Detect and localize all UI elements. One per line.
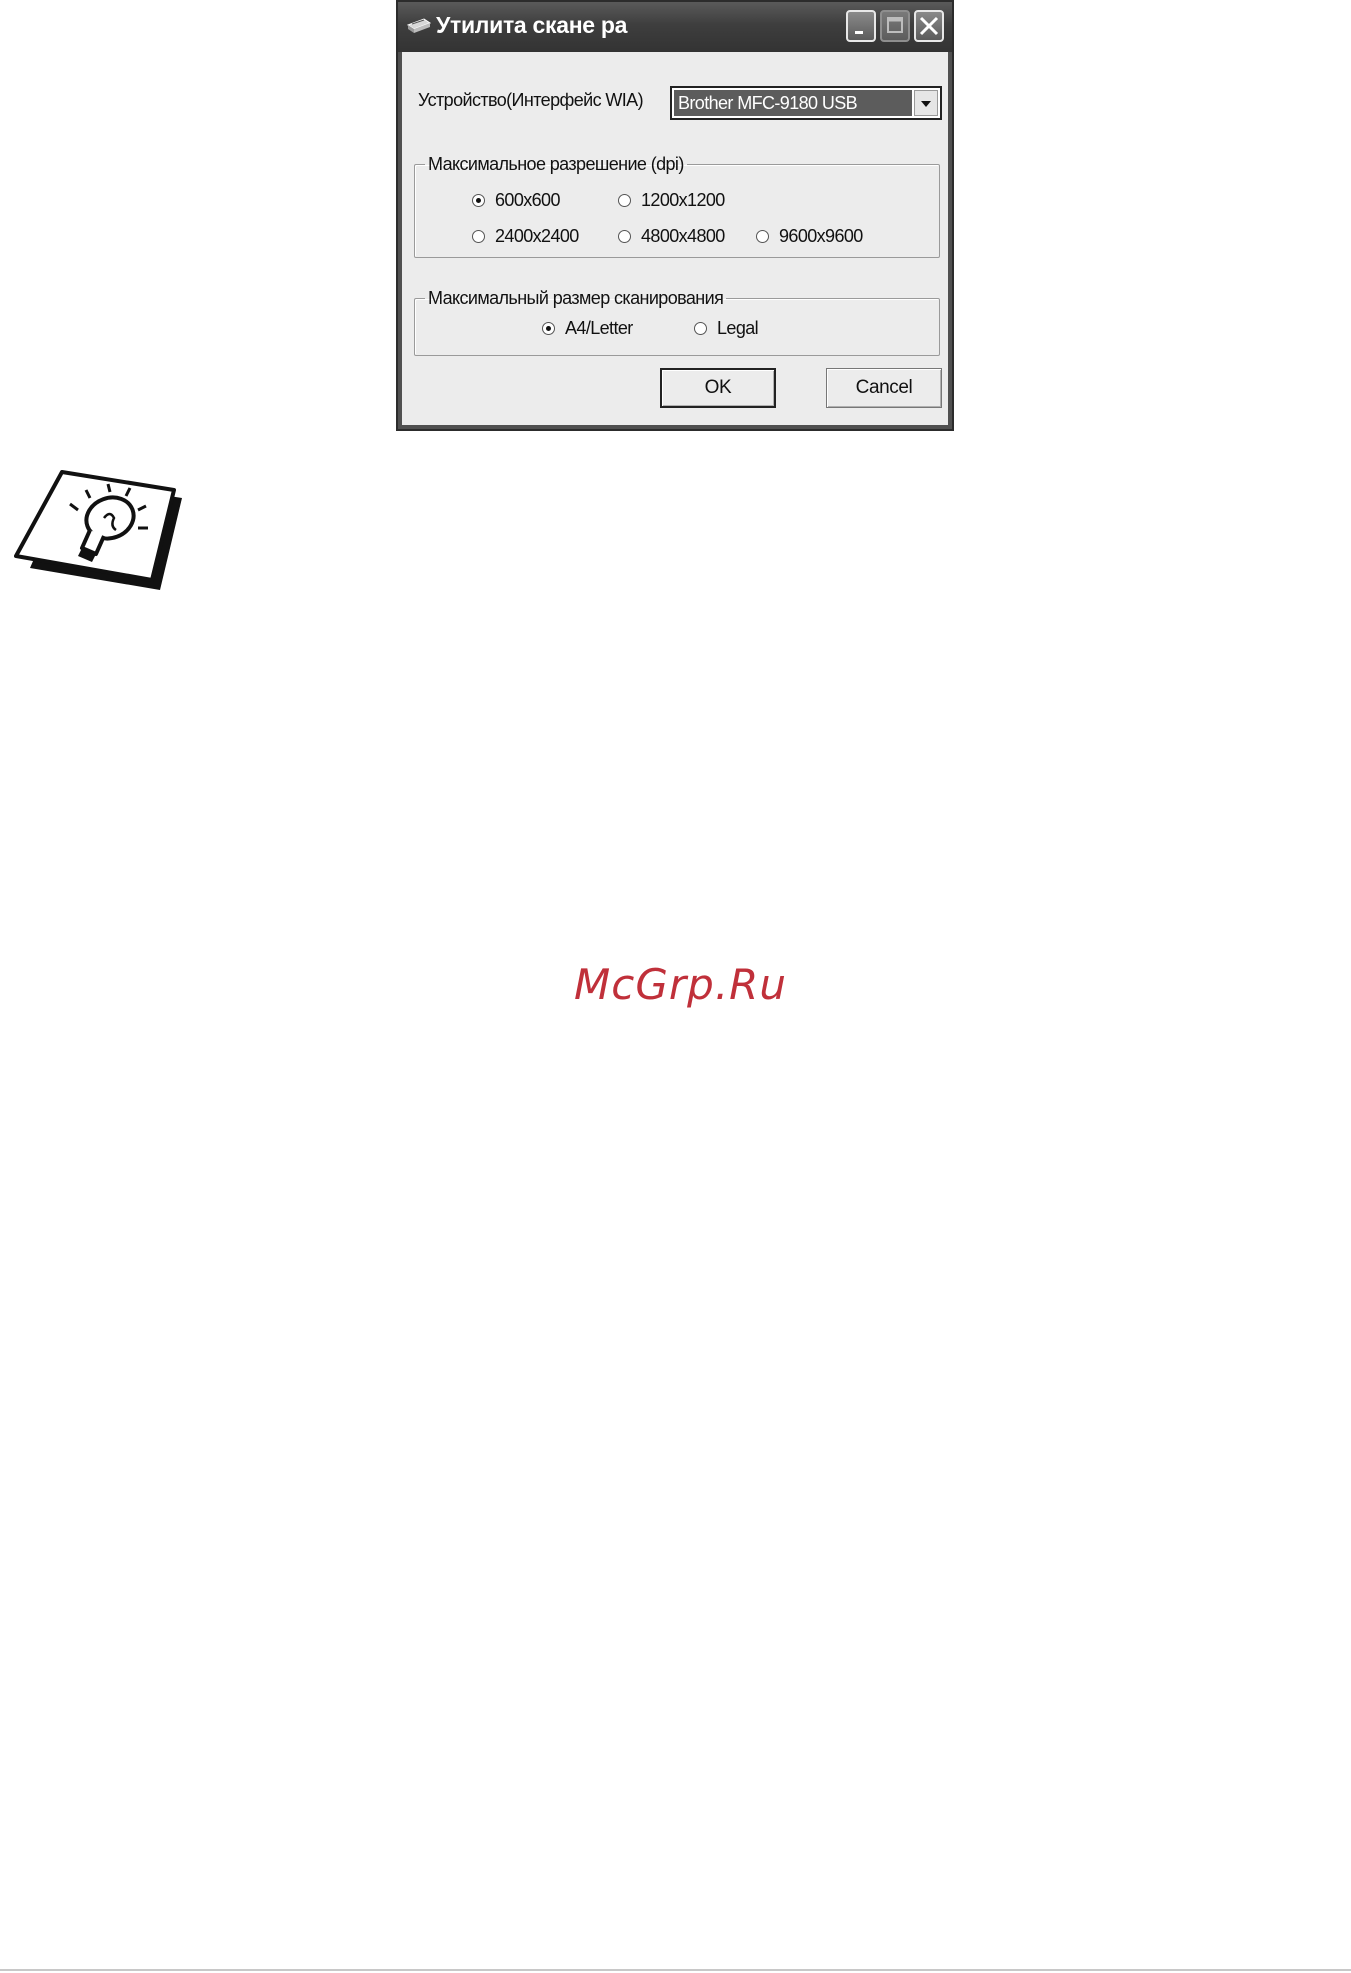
- maximize-button[interactable]: [880, 10, 910, 42]
- dropdown-arrow-button[interactable]: [914, 90, 938, 116]
- max-scan-size-legend: Максимальный размер сканирования: [428, 288, 724, 308]
- radio-button[interactable]: [694, 322, 707, 335]
- radio-legal[interactable]: Legal: [694, 318, 759, 339]
- radio-button-selected[interactable]: [472, 194, 485, 207]
- radio-label: A4/Letter: [565, 318, 633, 338]
- radio-label: 1200x1200: [641, 190, 725, 210]
- device-label: Устройство(Интерфейс WIA): [418, 90, 644, 110]
- dialog-body: Устройство(Интерфейс WIA) Brother MFC-91…: [402, 52, 948, 425]
- close-button[interactable]: [914, 10, 944, 42]
- title-bar[interactable]: Утилита скане ра: [398, 2, 952, 52]
- device-select-value: Brother MFC-9180 USB: [674, 90, 912, 116]
- radio-label: 9600x9600: [779, 226, 863, 246]
- minimize-button[interactable]: [846, 10, 876, 42]
- max-scan-size-group: Максимальный размер сканирования: [414, 288, 940, 356]
- radio-9600x9600[interactable]: 9600x9600: [756, 226, 863, 247]
- radio-600x600[interactable]: 600x600: [472, 190, 560, 211]
- radio-1200x1200[interactable]: 1200x1200: [618, 190, 725, 211]
- close-icon: [919, 16, 939, 36]
- radio-4800x4800[interactable]: 4800x4800: [618, 226, 725, 247]
- radio-button[interactable]: [756, 230, 769, 243]
- window-title: Утилита скане ра: [436, 12, 628, 38]
- dropdown-arrow-icon: [921, 101, 931, 107]
- radio-label: 600x600: [495, 190, 560, 210]
- radio-label: Legal: [717, 318, 759, 338]
- radio-a4-letter[interactable]: A4/Letter: [542, 318, 633, 339]
- radio-button[interactable]: [618, 230, 631, 243]
- watermark: McGrp.Ru: [574, 960, 787, 1009]
- cancel-button[interactable]: Cancel: [826, 368, 942, 408]
- radio-label: 4800x4800: [641, 226, 725, 246]
- radio-label: 2400x2400: [495, 226, 579, 246]
- lightbulb-tip-icon: [14, 470, 182, 590]
- ok-button[interactable]: OK: [660, 368, 776, 408]
- scanner-utility-dialog: Утилита скане ра Устройство(Интерфейс WI…: [396, 0, 954, 431]
- maximize-icon: [887, 17, 903, 33]
- radio-button-selected[interactable]: [542, 322, 555, 335]
- radio-2400x2400[interactable]: 2400x2400: [472, 226, 579, 247]
- device-select[interactable]: Brother MFC-9180 USB: [670, 86, 942, 120]
- max-resolution-legend: Максимальное разрешение (dpi): [428, 154, 684, 174]
- radio-button[interactable]: [618, 194, 631, 207]
- radio-button[interactable]: [472, 230, 485, 243]
- minimize-icon: [855, 31, 863, 34]
- scanner-icon: [406, 18, 432, 33]
- page-bottom-rule: [0, 1969, 1351, 1971]
